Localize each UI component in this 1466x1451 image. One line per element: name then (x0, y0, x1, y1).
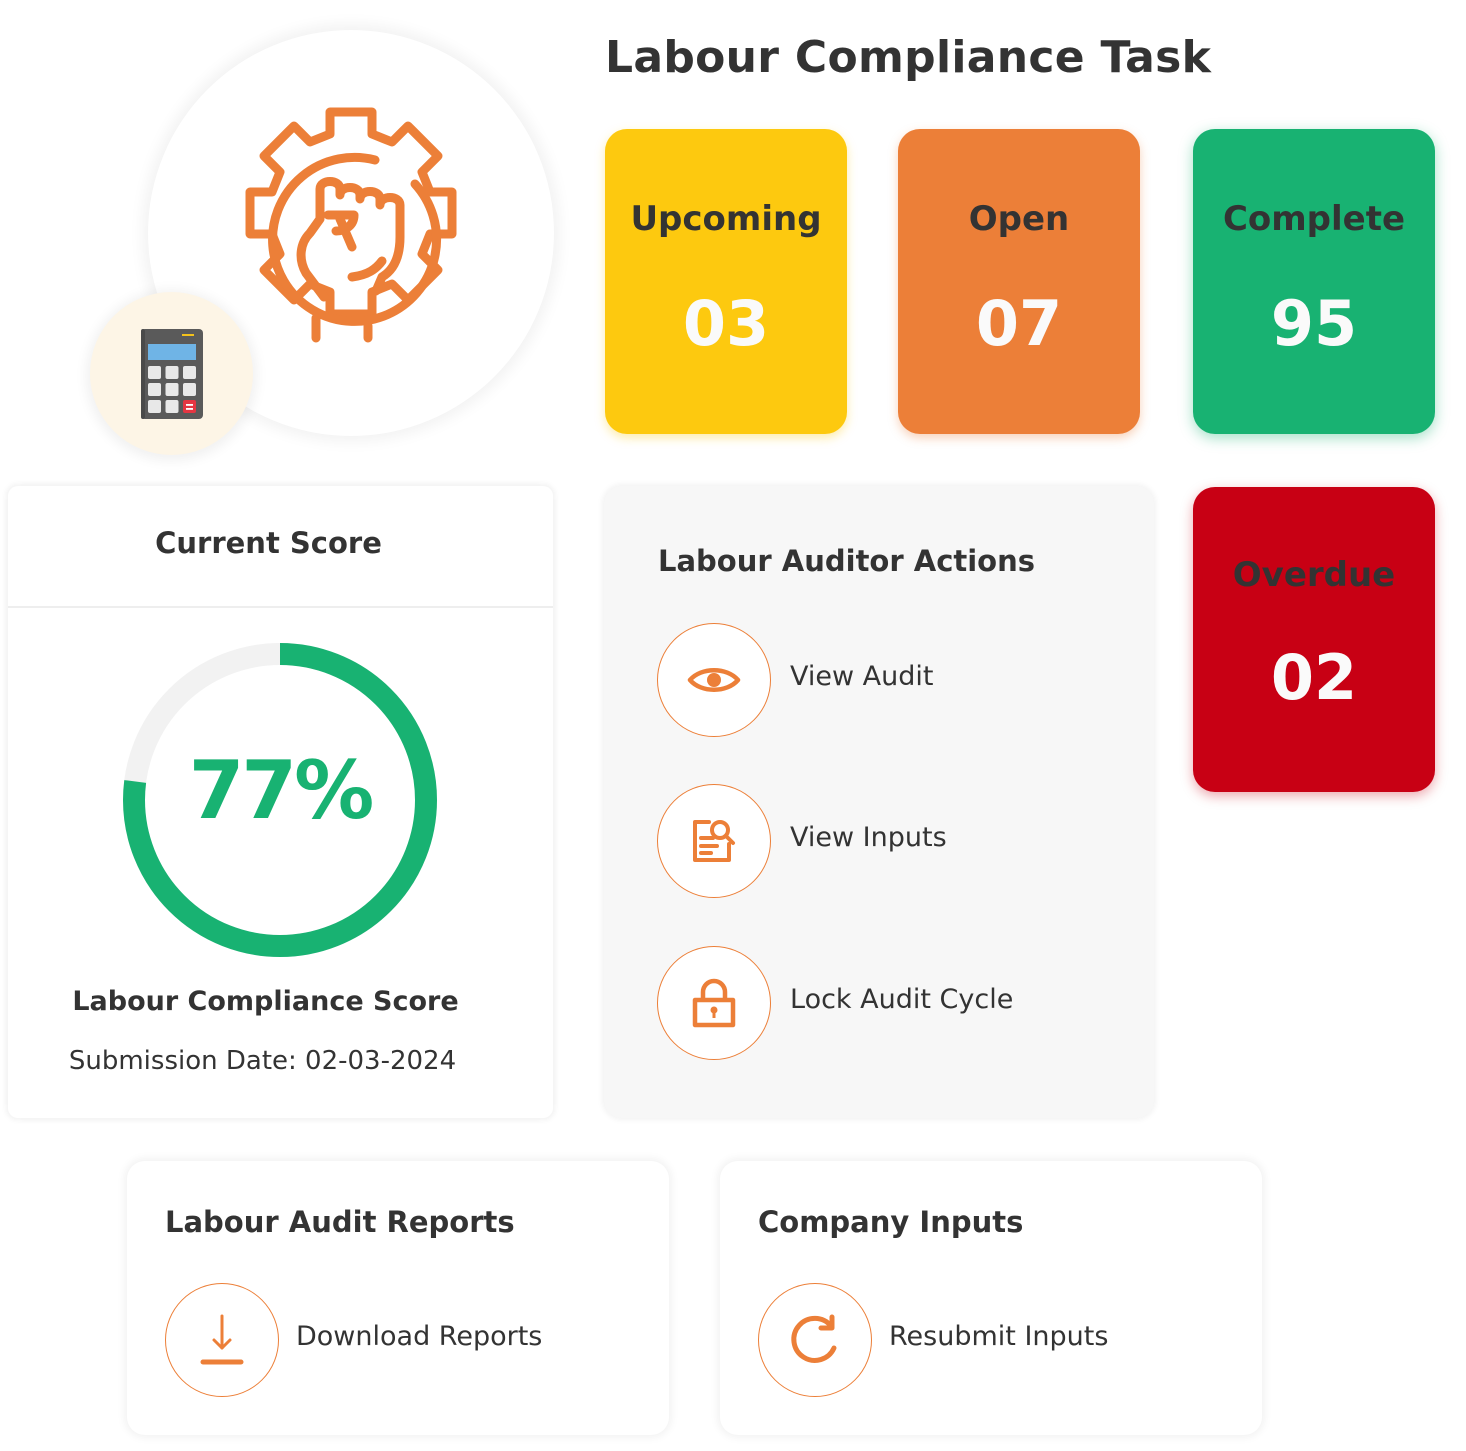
status-card-count: 02 (1270, 641, 1358, 714)
auditor-actions-card: Labour Auditor Actions View Audit View I… (604, 486, 1154, 1118)
view-inputs-icon-circle[interactable] (657, 784, 771, 898)
eye-icon (687, 668, 741, 692)
status-card-complete[interactable]: Complete 95 (1193, 129, 1435, 434)
view-inputs-button[interactable]: View Inputs (657, 784, 1127, 898)
status-card-count: 03 (682, 287, 770, 360)
refresh-icon (791, 1314, 837, 1363)
view-audit-label: View Audit (790, 661, 934, 692)
lock-audit-cycle-button[interactable]: Lock Audit Cycle (657, 946, 1127, 1060)
score-percent: 77% (188, 744, 374, 837)
gear-fist-icon (245, 107, 457, 343)
status-card-label: Open (968, 199, 1070, 239)
status-card-upcoming[interactable]: Upcoming 03 (605, 129, 847, 434)
view-audit-button[interactable]: View Audit (657, 623, 1127, 737)
view-audit-icon-circle[interactable] (657, 623, 771, 737)
download-icon (200, 1314, 244, 1365)
audit-reports-card: Labour Audit Reports Download Reports (127, 1161, 669, 1435)
download-reports-icon-circle[interactable] (165, 1283, 279, 1397)
status-card-count: 07 (975, 287, 1063, 360)
resubmit-inputs-label: Resubmit Inputs (889, 1321, 1109, 1352)
score-card-title: Current Score (155, 526, 382, 560)
status-card-label: Overdue (1232, 555, 1396, 595)
score-name: Labour Compliance Score (72, 986, 459, 1017)
view-inputs-label: View Inputs (790, 822, 947, 853)
resubmit-inputs-button[interactable]: Resubmit Inputs (758, 1283, 1228, 1397)
audit-reports-title: Labour Audit Reports (165, 1205, 515, 1239)
lock-audit-cycle-icon-circle[interactable] (657, 946, 771, 1060)
lock-icon (692, 978, 736, 1028)
document-search-icon (693, 820, 735, 862)
company-inputs-card: Company Inputs Resubmit Inputs (720, 1161, 1262, 1435)
download-reports-label: Download Reports (296, 1321, 543, 1352)
resubmit-inputs-icon-circle[interactable] (758, 1283, 872, 1397)
calculator-icon (141, 329, 203, 419)
page-title: Labour Compliance Task (605, 32, 1212, 83)
status-card-overdue[interactable]: Overdue 02 (1193, 487, 1435, 792)
lock-audit-cycle-label: Lock Audit Cycle (790, 984, 1014, 1015)
score-card-divider (8, 606, 553, 608)
status-card-label: Upcoming (630, 199, 822, 239)
download-reports-button[interactable]: Download Reports (165, 1283, 635, 1397)
status-card-open[interactable]: Open 07 (898, 129, 1140, 434)
company-inputs-title: Company Inputs (758, 1205, 1024, 1239)
auditor-actions-title: Labour Auditor Actions (658, 544, 1036, 578)
status-card-label: Complete (1222, 199, 1406, 239)
status-card-count: 95 (1270, 287, 1358, 360)
current-score-card: Current Score 77% Labour Compliance Scor… (8, 486, 553, 1118)
submission-date: Submission Date: 02-03-2024 (68, 1046, 457, 1076)
